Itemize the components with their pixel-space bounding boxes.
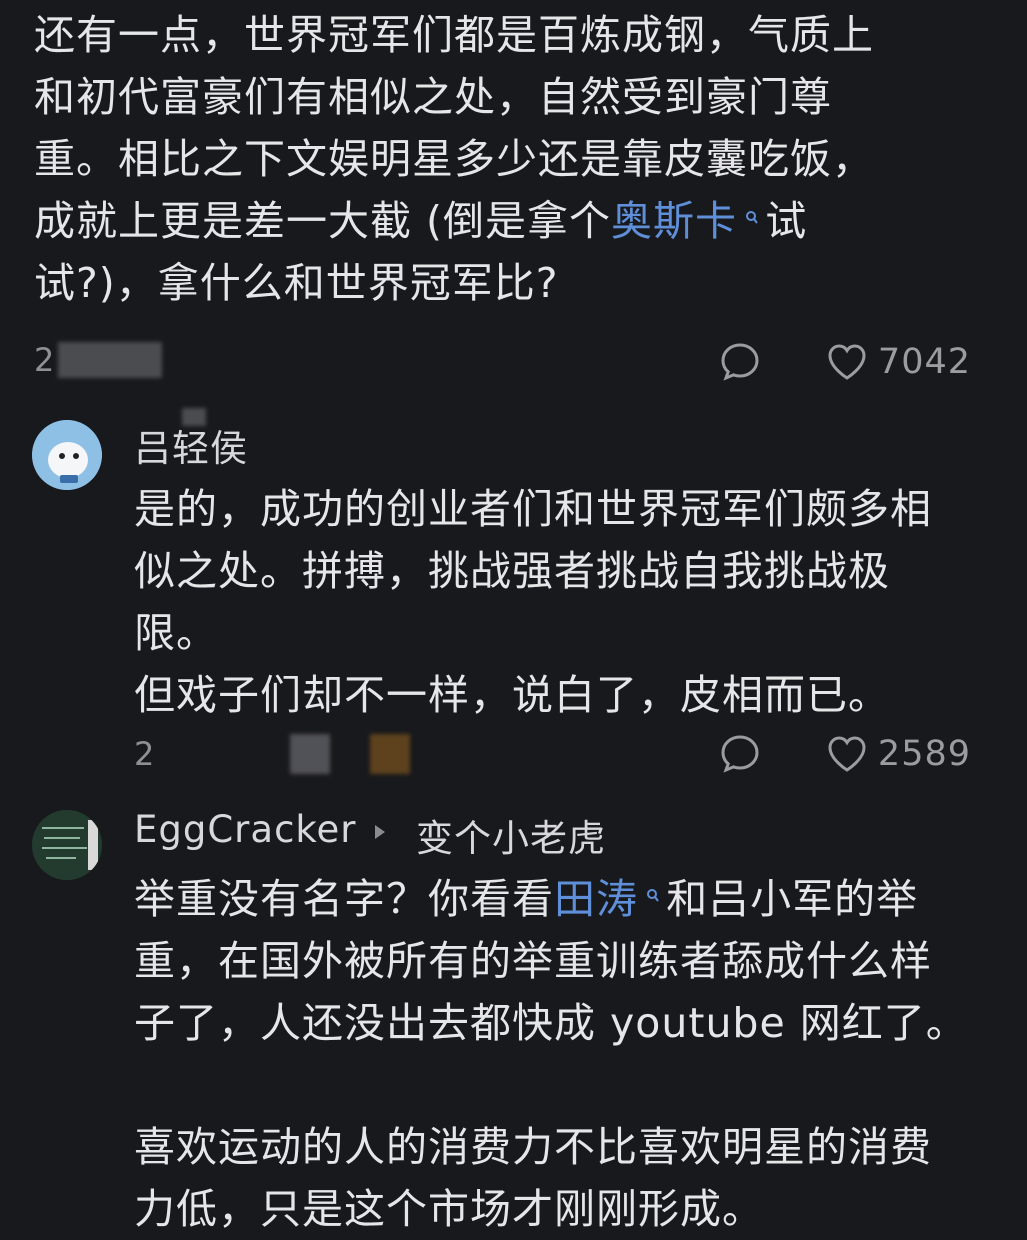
post-body: 还有一点，世界冠军们都是百炼成钢，气质上 和初代富豪们有相似之处，自然受到豪门尊… xyxy=(34,4,974,314)
avatar[interactable] xyxy=(32,420,102,490)
like-button[interactable]: 7042 xyxy=(826,342,971,382)
comment-line: 子了，人还没出去都快成 youtube 网红了。 xyxy=(134,999,968,1047)
comment-line: 限。 xyxy=(134,609,218,657)
post-date: 2 xyxy=(34,341,55,379)
paragraph-spacer xyxy=(134,1054,994,1116)
post-line: 和初代富豪们有相似之处，自然受到豪门尊 xyxy=(34,73,832,121)
post-line: 试?)，拿什么和世界冠军比? xyxy=(34,259,559,307)
like-count: 2589 xyxy=(877,734,971,774)
redacted-block xyxy=(182,408,206,426)
comment-date: 2 xyxy=(134,735,155,773)
redacted-block xyxy=(58,342,163,378)
avatar[interactable] xyxy=(32,810,102,880)
like-button[interactable]: 2589 xyxy=(826,734,971,774)
comment-line: 似之处。拼搏，挑战强者挑战自我挑战极 xyxy=(134,547,890,595)
comment-icon[interactable] xyxy=(718,340,762,384)
comment-line: 喜欢运动的人的消费力不比喜欢明星的消费 xyxy=(134,1123,932,1171)
post-line: 重。相比之下文娱明星多少还是靠皮囊吃饭， xyxy=(34,135,874,183)
redacted-block xyxy=(370,734,411,774)
like-count: 7042 xyxy=(877,342,971,382)
post-line: 还有一点，世界冠军们都是百炼成钢，气质上 xyxy=(34,11,874,59)
redacted-block xyxy=(290,734,331,774)
oscar-link[interactable]: 奥斯卡 xyxy=(611,197,765,245)
tian-tao-link[interactable]: 田涛 xyxy=(554,875,666,923)
triangle-right-icon xyxy=(373,822,387,847)
comment-line: 力低，只是这个市场才刚刚形成。 xyxy=(134,1185,764,1233)
reply-target-username[interactable]: 变个小老虎 xyxy=(416,808,606,862)
comment-actions: 2589 xyxy=(718,730,971,778)
username[interactable]: EggCracker xyxy=(134,808,357,851)
username[interactable]: 吕轻侯 xyxy=(134,418,248,472)
comment-body: 是的，成功的创业者们和世界冠军们颇多相 似之处。拼搏，挑战强者挑战自我挑战极 限… xyxy=(134,478,994,726)
comment-body: 举重没有名字？你看看田涛 和吕小军的举 重，在国外被所有的举重训练者舔成什么样 … xyxy=(134,868,994,1240)
comment-meta: 2 xyxy=(134,730,411,778)
post-line: 成就上更是差一大截 (倒是拿个奥斯卡 试 xyxy=(34,197,808,245)
comment-line: 重，在国外被所有的举重训练者舔成什么样 xyxy=(134,937,932,985)
comment-icon[interactable] xyxy=(718,732,762,776)
search-icon xyxy=(640,889,666,908)
search-icon xyxy=(739,211,765,230)
heart-icon xyxy=(826,342,868,382)
post-meta: 2 xyxy=(34,338,163,382)
post-actions: 7042 xyxy=(718,338,971,386)
comment-line: 但戏子们却不一样，说白了，皮相而已。 xyxy=(134,671,890,719)
comment-line: 举重没有名字？你看看田涛 和吕小军的举 xyxy=(134,875,919,923)
heart-icon xyxy=(826,734,868,774)
comment-line: 是的，成功的创业者们和世界冠军们颇多相 xyxy=(134,485,932,533)
